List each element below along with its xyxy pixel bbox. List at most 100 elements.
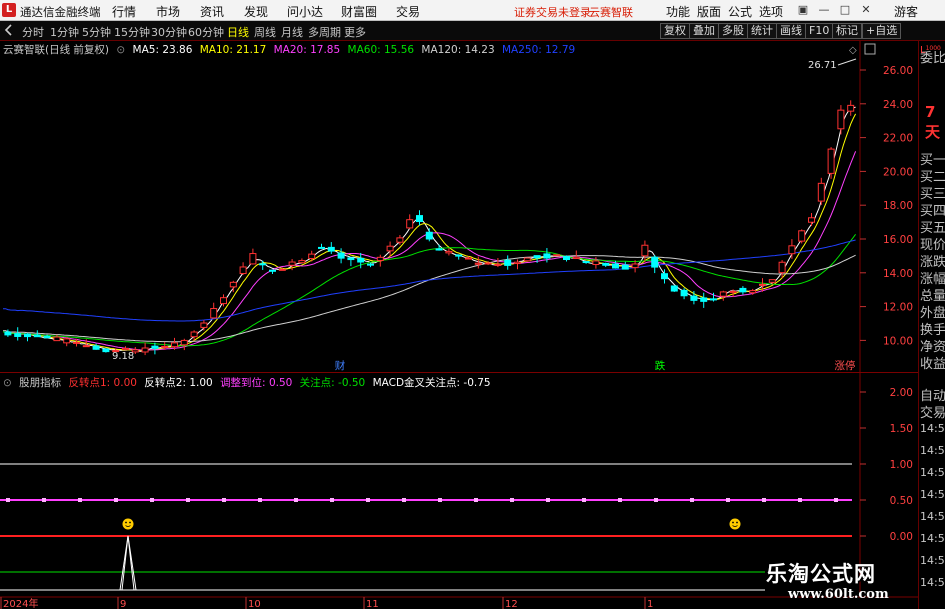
indicator-toggle-icon[interactable]: ⊙ — [3, 377, 12, 389]
candle-body — [249, 253, 257, 265]
adjust-dot — [726, 498, 730, 502]
tab-period-weekly[interactable]: 周线 — [254, 24, 276, 40]
ma20-legend: MA20: 17.85 — [273, 44, 341, 56]
smiley-eye — [129, 521, 131, 524]
tab-period-multi[interactable]: 多周期 — [308, 24, 341, 40]
candle-body — [288, 261, 296, 266]
menu-item-assistant[interactable]: 问小达 — [287, 3, 323, 20]
candle-body — [533, 255, 541, 259]
minimize-icon[interactable]: — — [817, 3, 831, 17]
f10-button[interactable]: F10 — [805, 23, 834, 39]
candlesticks — [4, 100, 855, 356]
diamond-icon: ◇ — [849, 45, 857, 56]
candle-body — [670, 285, 678, 292]
ma250-line — [3, 239, 856, 322]
tab-weibi[interactable]: 委比 — [920, 47, 945, 66]
app-logo-icon: L — [2, 3, 16, 17]
tick-time: 14:56 — [920, 532, 945, 545]
watermark-url: www.60lt.com — [788, 587, 889, 602]
skin-icon[interactable]: ▣ — [796, 3, 810, 17]
statistics-button[interactable]: 统计 — [747, 23, 777, 39]
multi-stock-button[interactable]: 多股 — [718, 23, 748, 39]
close-icon[interactable]: ✕ — [859, 3, 873, 17]
period-7day: 7天 — [925, 103, 941, 141]
candle-body — [700, 297, 708, 302]
price-axis: 26.00 24.00 22.00 20.00 18.00 16.00 14.00 12.00… — [860, 65, 913, 347]
menu-item-trade[interactable]: 交易 — [396, 3, 420, 20]
date-tick-label: 2024年 — [3, 597, 38, 609]
menu-item-formula[interactable]: 公式 — [728, 3, 752, 20]
stock-name-notice: 云赛智联 — [589, 6, 633, 19]
adjust-dot — [78, 498, 82, 502]
ma60-line — [3, 234, 857, 347]
watermark-title: 乐淘公式网 — [766, 562, 876, 586]
back-arrow-icon[interactable] — [2, 23, 16, 37]
tab-period-60min[interactable]: 60分钟 — [188, 24, 224, 40]
candle-body — [259, 263, 267, 266]
tick-time: 14:56 — [920, 466, 945, 479]
quote-field-label[interactable]: 收益 — [920, 353, 945, 372]
event-marker: 涨停 — [835, 359, 856, 372]
login-notice[interactable]: 证券交易未登录 — [514, 4, 591, 20]
mark-button[interactable]: 标记 — [832, 23, 862, 39]
candle-body — [425, 231, 433, 240]
tick-time: 14:56 — [920, 488, 945, 501]
tab-period-intraday[interactable]: 分时 — [22, 24, 44, 40]
add-watchlist-button[interactable]: +自选 — [862, 23, 902, 39]
legend-toggle-icon[interactable]: ⊙ — [116, 44, 125, 56]
low-price-label: 9.18 — [112, 351, 134, 362]
adjust-dot — [114, 498, 118, 502]
ma120-legend: MA120: 14.23 — [421, 44, 495, 56]
candle-body — [406, 219, 414, 229]
candle-body — [367, 263, 374, 266]
menu-item-news[interactable]: 资讯 — [200, 3, 224, 20]
price-tick-label: 16.00 — [883, 234, 913, 246]
candle-body — [43, 335, 51, 339]
adjust-button[interactable]: 复权 — [660, 23, 690, 39]
app-name: 通达信金融终端 — [20, 5, 101, 19]
candle-body — [661, 273, 668, 280]
candle-body — [239, 266, 247, 275]
candle-body — [24, 333, 31, 338]
indicator-lines — [0, 463, 852, 591]
adjust-dot — [294, 498, 298, 502]
menu-item-quotes[interactable]: 行情 — [112, 3, 136, 20]
candle-body — [759, 283, 766, 286]
menu-item-function[interactable]: 功能 — [666, 3, 690, 20]
tick-time: 14:56 — [920, 422, 945, 435]
menu-item-market[interactable]: 市场 — [156, 3, 180, 20]
kline-chart[interactable]: 26.00 24.00 22.00 20.00 18.00 16.00 14.00 12.00… — [0, 41, 918, 373]
smiley-icon — [122, 518, 134, 530]
adjust-dot — [6, 498, 10, 502]
candle-body — [553, 254, 561, 257]
tab-period-monthly[interactable]: 月线 — [281, 24, 303, 40]
tab-period-more[interactable]: 更多 — [344, 24, 366, 40]
candle-body — [739, 287, 747, 293]
tab-trade[interactable]: 交易 — [920, 402, 945, 421]
price-tick-label: 12.00 — [883, 302, 913, 314]
overlay-button[interactable]: 叠加 — [689, 23, 719, 39]
candle-body — [53, 336, 61, 342]
adjust-dot — [690, 498, 694, 502]
adjust-dot — [330, 498, 334, 502]
tab-period-15min[interactable]: 15分钟 — [114, 24, 150, 40]
candle-body — [445, 250, 453, 254]
maximize-icon[interactable]: □ — [838, 3, 852, 17]
tab-period-1min[interactable]: 1分钟 — [50, 24, 79, 40]
menu-item-wealth[interactable]: 财富圈 — [341, 3, 377, 20]
candle-body — [749, 290, 757, 294]
menu-item-layout[interactable]: 版面 — [697, 3, 721, 20]
period-toolbar: 分时 1分钟 5分钟 15分钟 30分钟 60分钟 日线 周线 月线 多周期 更… — [0, 21, 945, 41]
tab-period-daily[interactable]: 日线 — [227, 24, 249, 40]
guest-login[interactable]: 游客 — [894, 3, 918, 20]
indicator-name[interactable]: 股朋指标 — [19, 377, 61, 389]
tab-period-30min[interactable]: 30分钟 — [151, 24, 187, 40]
candle-body — [347, 257, 355, 261]
candle-body — [582, 261, 590, 264]
adjust-dot — [186, 498, 190, 502]
menu-item-discover[interactable]: 发现 — [244, 3, 268, 20]
menu-item-options[interactable]: 选项 — [759, 3, 783, 20]
tab-period-5min[interactable]: 5分钟 — [82, 24, 111, 40]
draw-line-button[interactable]: 画线 — [776, 23, 806, 39]
tick-time: 14:56 — [920, 576, 945, 589]
